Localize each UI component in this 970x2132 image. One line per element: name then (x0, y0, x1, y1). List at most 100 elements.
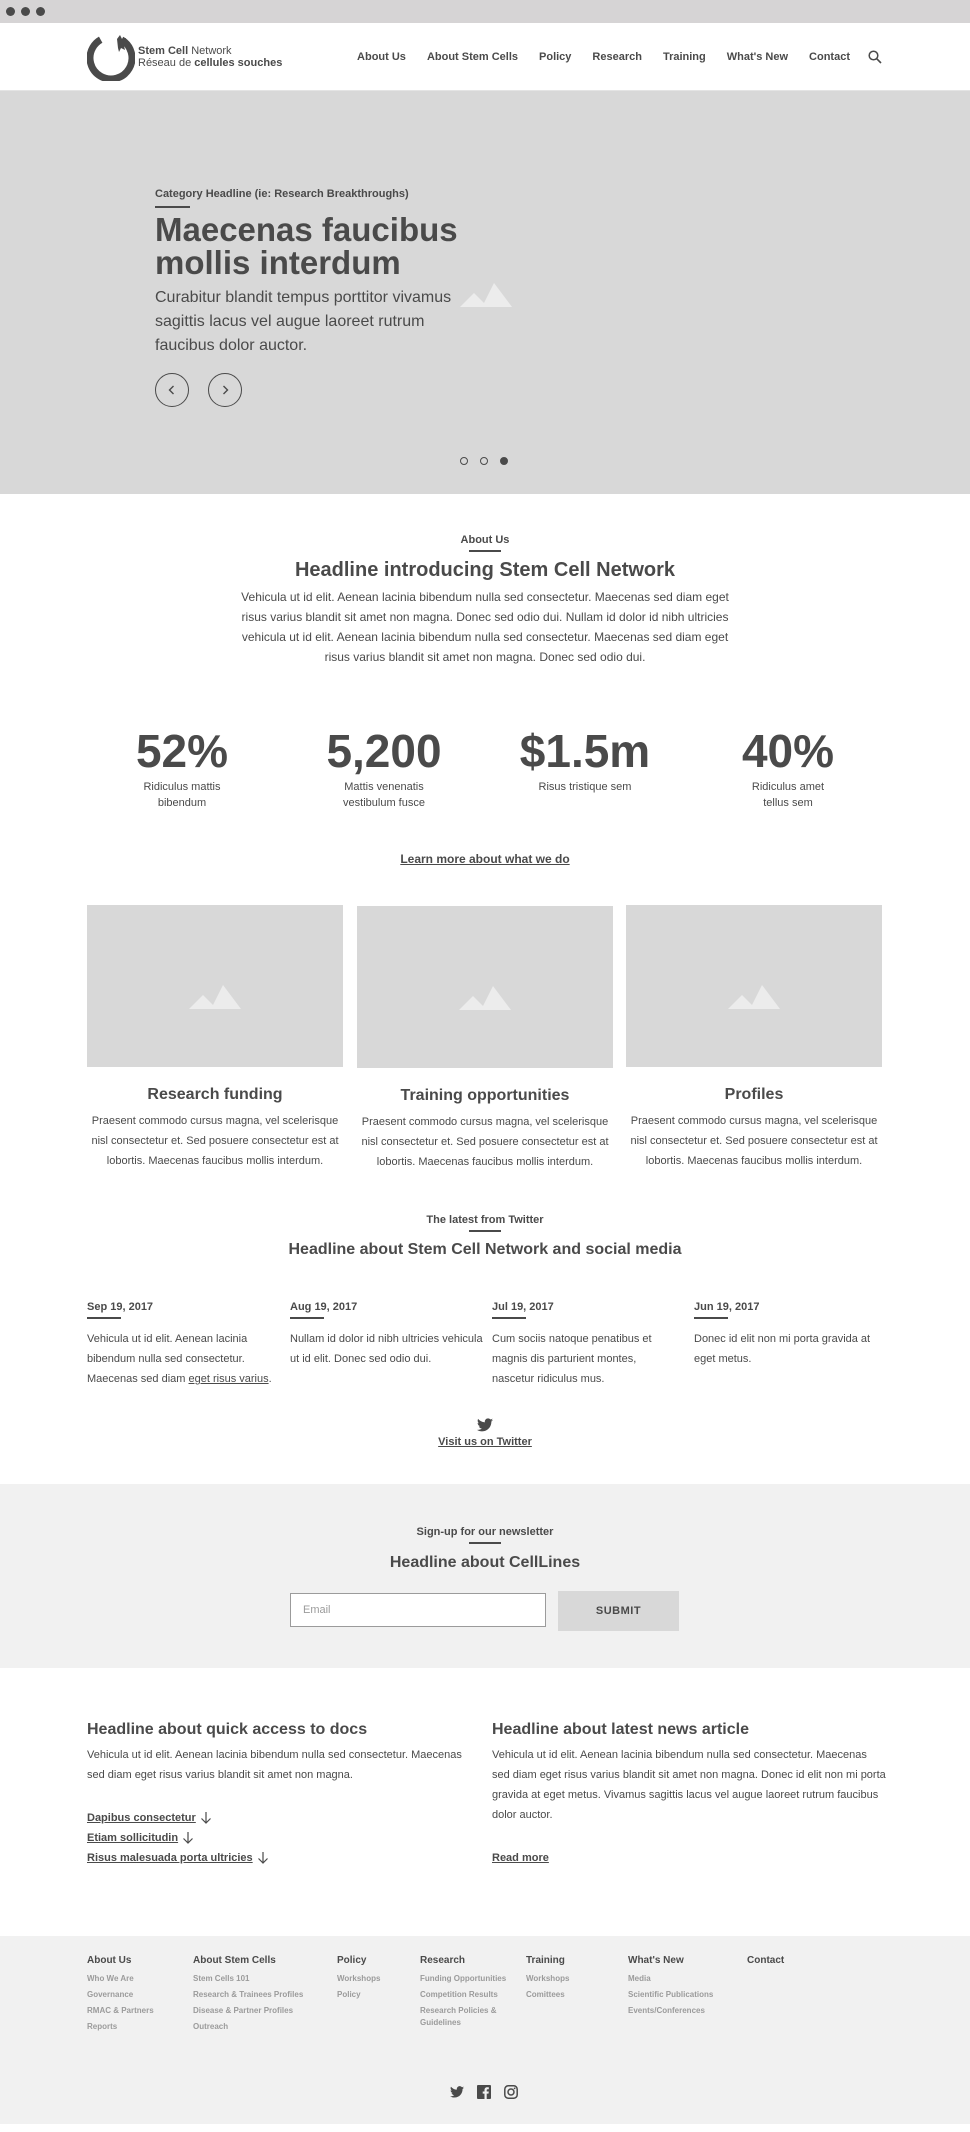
hero-category: Category Headline (ie: Research Breakthr… (155, 188, 409, 200)
footer-link[interactable]: RMAC & Partners (87, 2005, 154, 2017)
tweet-body: Cum sociis natoque penatibus et magnis d… (492, 1333, 652, 1385)
logo-mark-icon (87, 33, 135, 81)
carousel-pagination (460, 457, 508, 465)
footer-link[interactable]: Stem Cells 101 (193, 1973, 303, 1985)
nav-item-contact[interactable]: Contact (809, 51, 850, 63)
stat-value: 5,200 (326, 725, 442, 777)
nav-item-about-stem-cells[interactable]: About Stem Cells (427, 51, 518, 63)
tweet-date: Jul 19, 2017 (492, 1301, 554, 1313)
card-title[interactable]: Profiles (626, 1086, 882, 1104)
tweet-date: Aug 19, 2017 (290, 1301, 358, 1313)
footer-heading[interactable]: Research (420, 1955, 512, 1966)
facebook-icon[interactable] (477, 2085, 491, 2099)
window-minimize-dot[interactable] (21, 7, 30, 16)
twitter-link-wrap: Visit us on Twitter (0, 1436, 970, 1448)
doc-link[interactable]: Dapibus consectetur (87, 1812, 212, 1824)
arrow-down-icon (200, 1812, 211, 1824)
tweet-body: Donec id elit non mi porta gravida at eg… (694, 1333, 871, 1365)
newsletter-section: Sign-up for our newsletter Headline abou… (0, 1484, 970, 1668)
feature-card[interactable]: Research funding Praesent commodo cursus… (87, 905, 343, 1171)
about-link-wrap: Learn more about what we do (0, 852, 970, 866)
doc-link[interactable]: Risus malesuada porta ultricies (87, 1852, 269, 1864)
footer-link[interactable]: Competition Results (420, 1989, 512, 2001)
doc-link-label[interactable]: Dapibus consectetur (87, 1812, 196, 1824)
browser-chrome (0, 0, 970, 23)
window-close-dot[interactable] (6, 7, 15, 16)
card-title[interactable]: Research funding (87, 1086, 343, 1104)
footer-heading[interactable]: Policy (337, 1955, 380, 1966)
window-maximize-dot[interactable] (36, 7, 45, 16)
footer-link[interactable]: Events/Conferences (628, 2005, 713, 2017)
image-placeholder-icon (728, 985, 780, 1009)
footer-link[interactable]: Governance (87, 1989, 154, 2001)
read-more-link[interactable]: Read more (492, 1852, 549, 1864)
feature-card[interactable]: Profiles Praesent commodo cursus magna, … (626, 905, 882, 1171)
footer-link[interactable]: Disease & Partner Profiles (193, 2005, 303, 2017)
doc-link-label[interactable]: Etiam sollicitudin (87, 1832, 178, 1844)
card-image (357, 906, 613, 1068)
tweet-date-rule (290, 1317, 324, 1319)
search-icon[interactable] (868, 50, 882, 64)
carousel-dot[interactable] (480, 457, 488, 465)
submit-button[interactable]: SUBMIT (558, 1591, 679, 1631)
instagram-icon[interactable] (504, 2085, 518, 2099)
carousel-prev-button[interactable] (155, 373, 189, 407)
carousel-dot[interactable] (500, 457, 508, 465)
logo-wordmark: Stem Cell Network Réseau de cellules sou… (138, 45, 283, 69)
footer-heading[interactable]: What's New (628, 1955, 713, 1966)
carousel-dot[interactable] (460, 457, 468, 465)
nav-item-training[interactable]: Training (663, 51, 706, 63)
card-body: Praesent commodo cursus magna, vel scele… (630, 1115, 878, 1167)
learn-more-link[interactable]: Learn more about what we do (400, 852, 569, 866)
about-label-rule (469, 550, 501, 552)
stat-value: 52% (135, 725, 229, 777)
nav-item-policy[interactable]: Policy (539, 51, 571, 63)
footer-link[interactable]: Policy (337, 1989, 380, 2001)
footer-link[interactable]: Comittees (526, 1989, 569, 2001)
visit-twitter-link[interactable]: Visit us on Twitter (438, 1436, 532, 1448)
newsletter-headline: Headline about CellLines (389, 1554, 581, 1571)
stat-label: Risus tristique sem (538, 781, 632, 793)
chevron-left-icon (168, 385, 174, 395)
footer-heading[interactable]: Training (526, 1955, 569, 1966)
footer-link[interactable]: Workshops (526, 1973, 569, 1985)
nav-item-about-us[interactable]: About Us (357, 51, 406, 63)
footer-heading[interactable]: Contact (747, 1955, 784, 1966)
nav-item-whats-new[interactable]: What's New (727, 51, 788, 63)
footer-column: What's New Media Scientific Publications… (628, 1955, 713, 2021)
twitter-icon[interactable] (450, 2085, 464, 2099)
hero-subtitle: Curabitur blandit tempus porttitor vivam… (155, 289, 452, 354)
chevron-right-icon (223, 385, 229, 395)
doc-link-label[interactable]: Risus malesuada porta ultricies (87, 1852, 253, 1864)
card-image (626, 905, 882, 1067)
tweet-date-rule (492, 1317, 526, 1319)
twitter-icon[interactable] (477, 1418, 493, 1432)
footer-heading[interactable]: About Stem Cells (193, 1955, 303, 1966)
docs-body: Vehicula ut id elit. Aenean lacinia bibe… (87, 1749, 462, 1781)
stat-label: Ridiculus amet tellus sem (751, 781, 825, 809)
footer-link[interactable]: Workshops (337, 1973, 380, 1985)
footer-link[interactable]: Research & Trainees Profiles (193, 1989, 303, 2001)
logo[interactable]: Stem Cell Network Réseau de cellules sou… (87, 33, 282, 81)
doc-link[interactable]: Etiam sollicitudin (87, 1832, 194, 1844)
footer-link[interactable]: Scientific Publications (628, 1989, 713, 2001)
footer-link[interactable]: Funding Opportunities (420, 1973, 512, 1985)
tweet-date: Sep 19, 2017 (87, 1301, 154, 1313)
tweet-date: Jun 19, 2017 (694, 1301, 760, 1313)
carousel-next-button[interactable] (208, 373, 242, 407)
footer-heading[interactable]: About Us (87, 1955, 154, 1966)
nav-item-research[interactable]: Research (592, 51, 642, 63)
footer-column: About Us Who We Are Governance RMAC & Pa… (87, 1955, 154, 2037)
stat-label: Mattis venenatis vestibulum fusce (343, 781, 425, 809)
footer-link[interactable]: Outreach (193, 2021, 303, 2033)
email-field[interactable] (290, 1593, 546, 1627)
footer-link[interactable]: Who We Are (87, 1973, 154, 1985)
tweet-link[interactable]: eget risus varius (189, 1373, 269, 1385)
card-title[interactable]: Training opportunities (357, 1087, 613, 1105)
tweet-date-rule (87, 1317, 121, 1319)
feature-card[interactable]: Training opportunities Praesent commodo … (357, 906, 613, 1172)
image-placeholder-icon (459, 986, 511, 1010)
footer-link[interactable]: Research Policies & Guidelines (420, 2005, 512, 2029)
footer-link[interactable]: Media (628, 1973, 713, 1985)
footer-link[interactable]: Reports (87, 2021, 154, 2033)
